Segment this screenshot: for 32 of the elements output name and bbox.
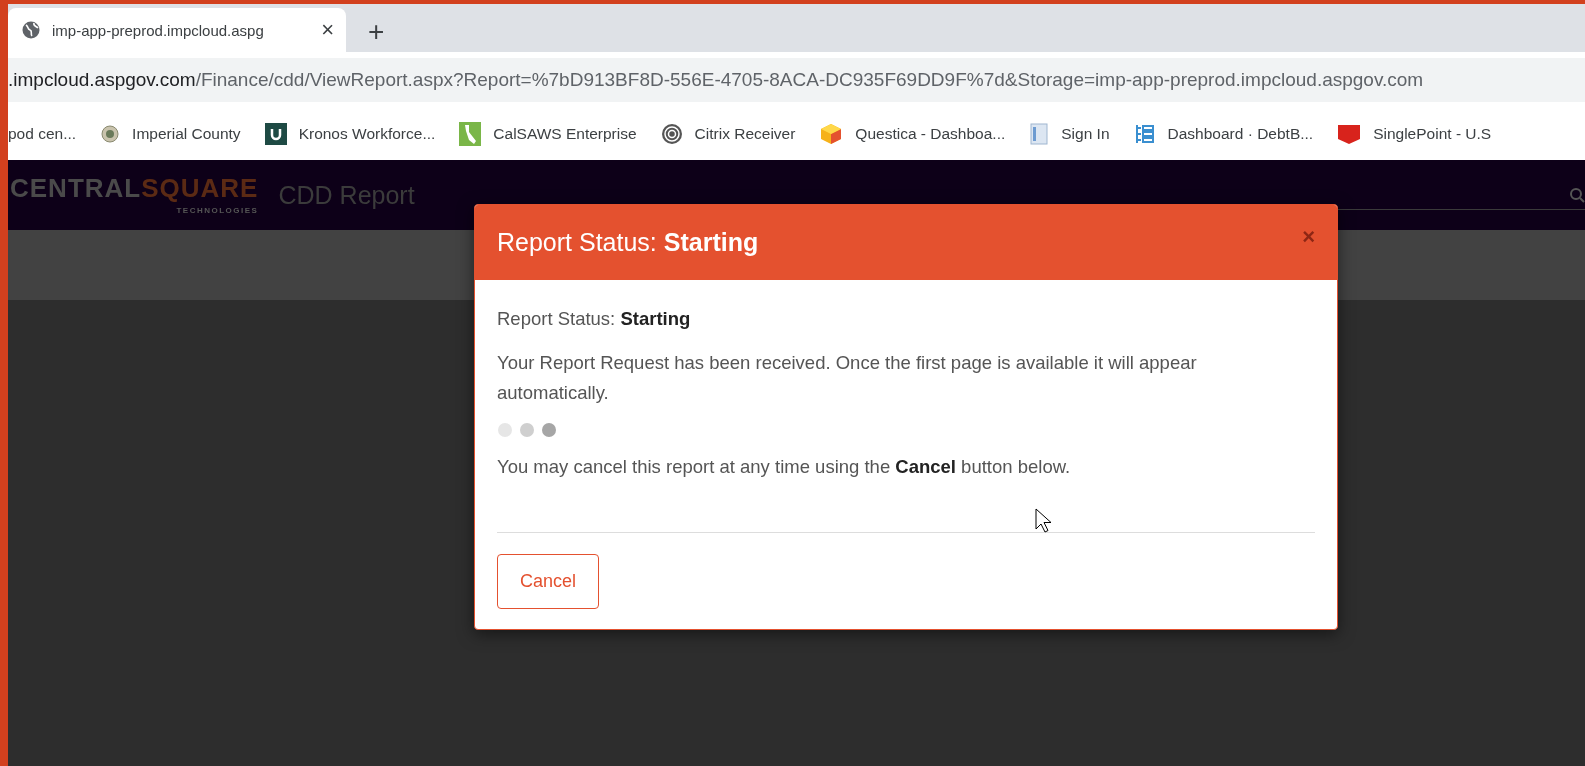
close-tab-button[interactable]: × [321,19,334,41]
cancel-note-text: You may cancel this report at any time using the Cancel button below. [497,455,1072,479]
bookmark-link[interactable]: Citrix Receiver [660,123,796,145]
app-title: CDD Report [278,180,415,210]
shield-icon [1337,123,1362,145]
magnet-icon [264,123,287,145]
bookmark-link[interactable]: Questica - Dashboa... [819,122,1006,146]
bookmark-link[interactable]: Imperial County [100,124,241,144]
company-logo: CENTRALSQUARE TECHNOLOGIES [9,172,260,217]
mouse-pointer-icon [1035,508,1051,534]
status-text: Report Status: Starting [497,307,692,331]
bookmark-link[interactable]: pod cen... [8,125,77,143]
list-icon [1133,122,1156,146]
bookmark-link[interactable]: Sign In [1029,122,1110,146]
dialog-title: Report Status: Starting [497,228,759,257]
globe-icon [22,21,40,39]
bookmark-link[interactable]: SinglePoint - U.S [1337,123,1492,145]
address-bar[interactable]: .impcloud.aspgov.com/Finance/cdd/ViewReport.aspx?Report=%7bD913BF8D-556E-4705-8ACA-DC935F69DD9F%7d&Storage=imp-app-preprod.impcloud.aspgov.com [8,58,1585,102]
bookmark-link[interactable]: CalSAWS Enterprise [459,122,637,146]
cube-icon [819,122,844,146]
browser-tab[interactable]: imp-app-preprod.impcloud.aspg × [8,8,346,52]
bookmark-link[interactable]: Dashboard · DebtB... [1133,122,1314,146]
spiral-icon [660,123,683,145]
new-tab-button[interactable]: + [368,18,385,46]
bookmark-link[interactable]: Kronos Workforce... [264,123,436,145]
cancel-button[interactable]: Cancel [497,554,600,609]
state-map-icon [459,122,482,146]
message-text: Your Report Request has been received. Once the first page is available it will appear automatically. [497,351,1198,405]
document-icon [1029,122,1050,146]
search-icon [1569,186,1585,203]
tab-title: imp-app-preprod.impcloud.aspg [52,21,265,39]
seal-icon [100,124,121,144]
